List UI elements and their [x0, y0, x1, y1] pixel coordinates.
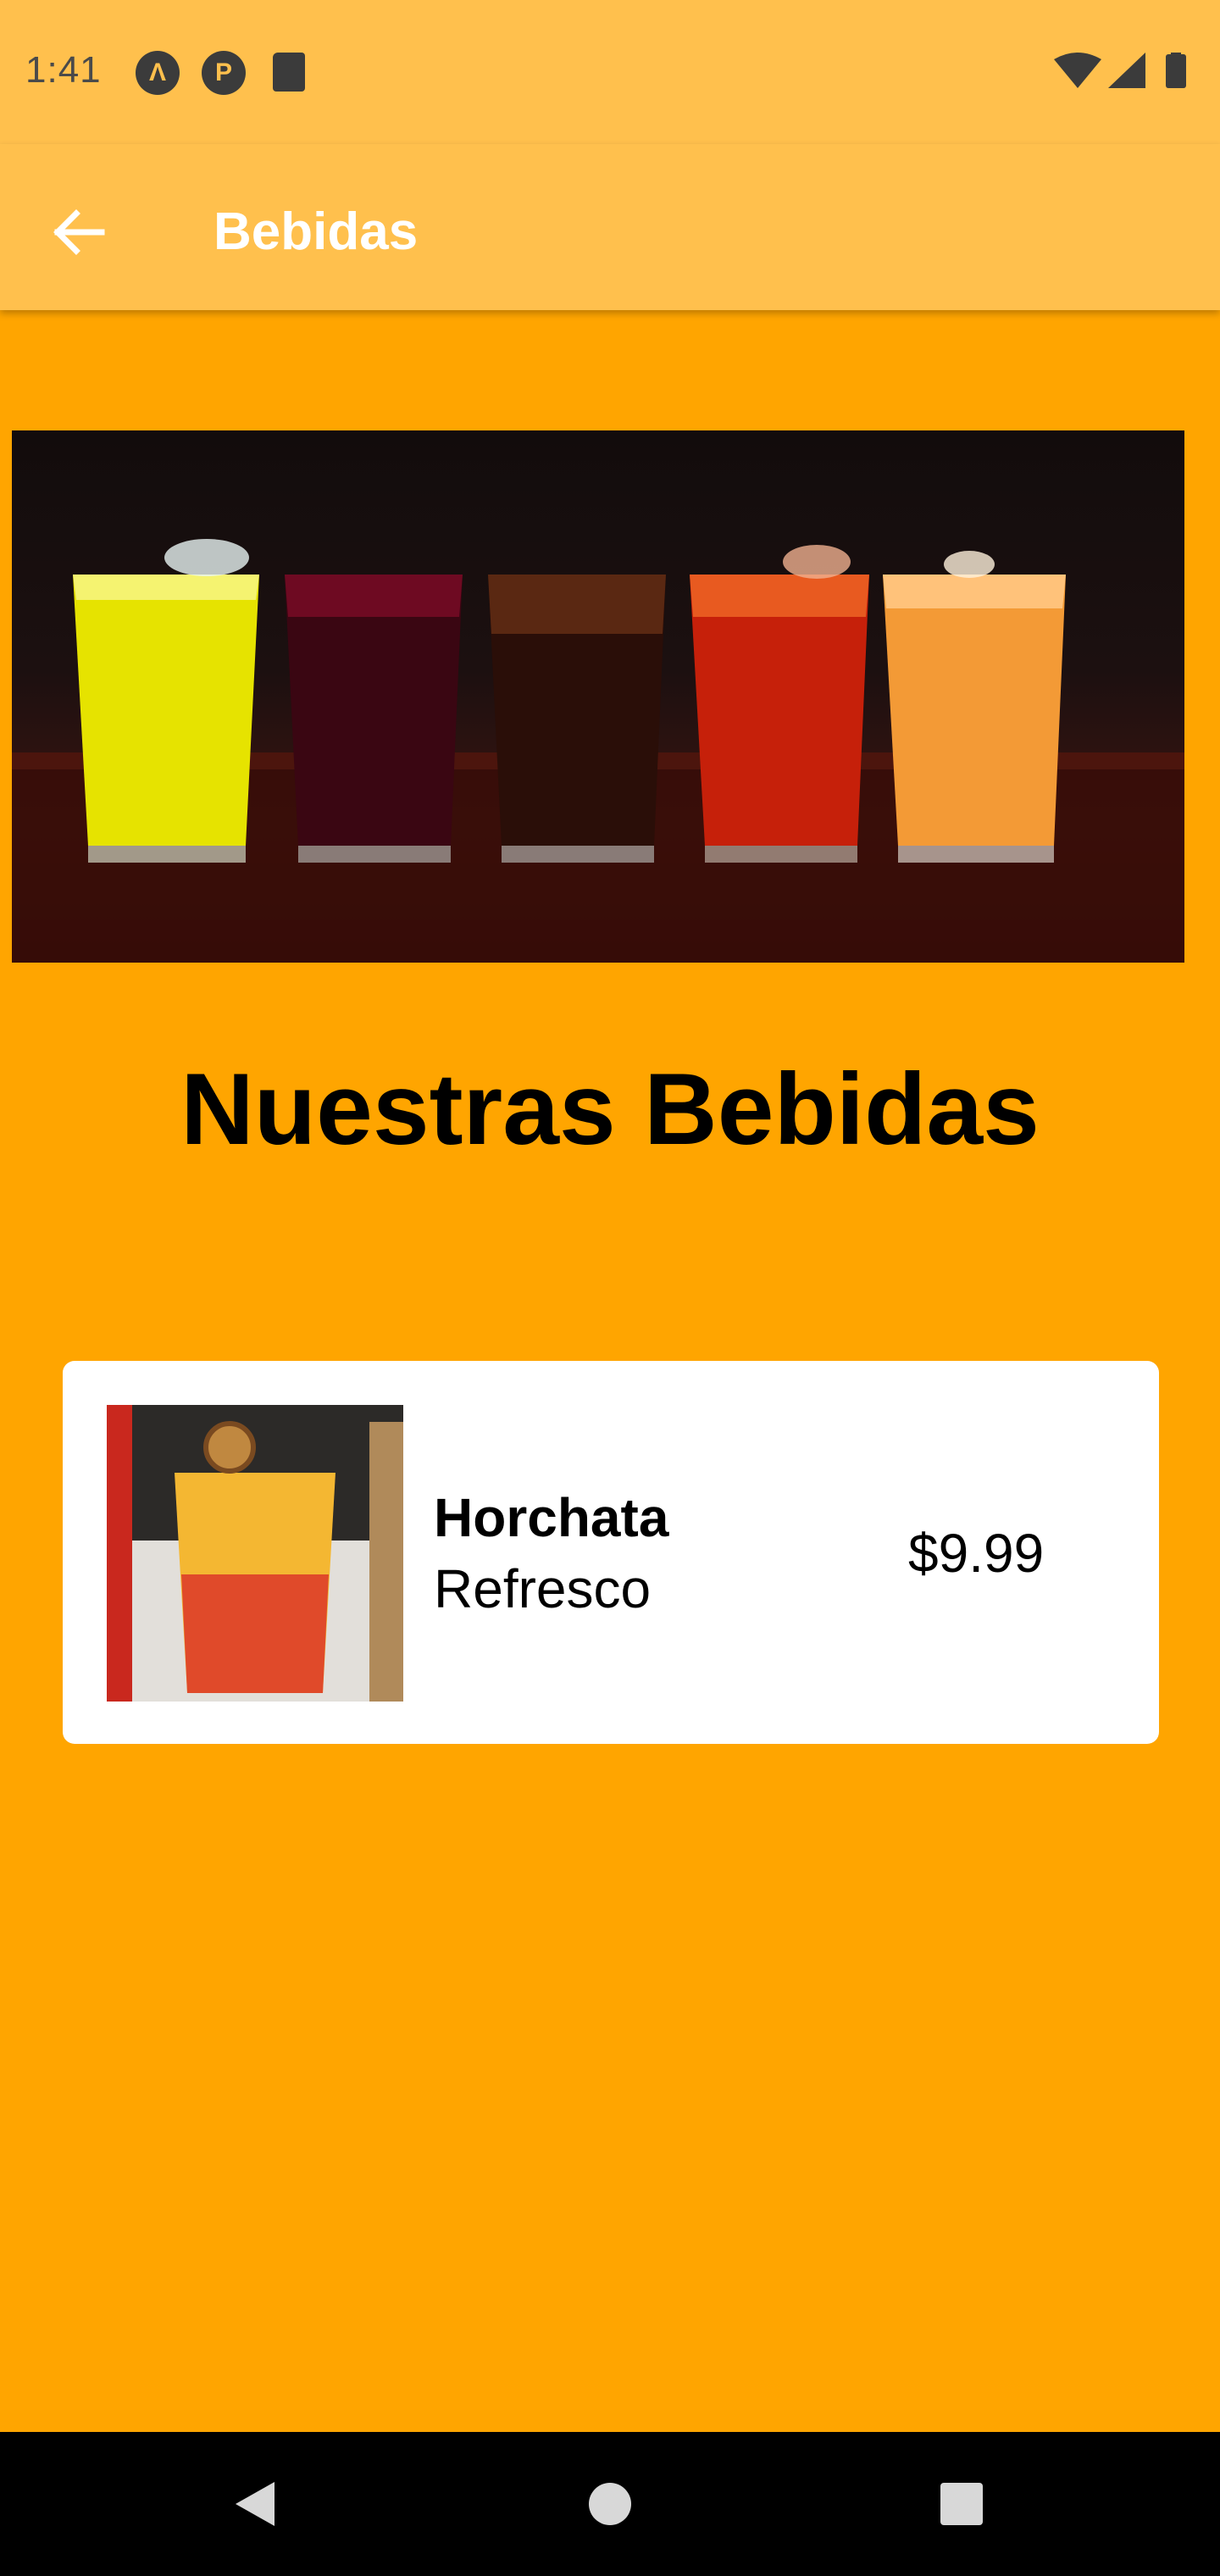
drinks-banner-image [12, 430, 1184, 963]
wifi-icon [1054, 53, 1101, 88]
nav-recents-button[interactable] [915, 2457, 1008, 2551]
system-nav-bar [0, 2432, 1220, 2576]
signal-icon [1108, 53, 1145, 88]
status-right-icons [1054, 53, 1198, 95]
item-category: Refresco [434, 1558, 652, 1619]
nav-back-button[interactable] [208, 2457, 301, 2551]
battery-icon [1166, 54, 1186, 88]
drink-card[interactable]: Horchata Refresco $9.99 [63, 1361, 1159, 1744]
sd-card-icon [273, 53, 305, 92]
back-triangle-icon [236, 2482, 274, 2526]
status-time: 1:41 [25, 49, 102, 91]
recents-square-icon [940, 2483, 983, 2525]
app-bar: Bebidas [0, 144, 1220, 310]
page-title: Bebidas [214, 203, 419, 261]
home-circle-icon [589, 2483, 631, 2525]
nav-home-button[interactable] [563, 2457, 657, 2551]
item-name: Horchata [434, 1487, 669, 1548]
drink-thumbnail [107, 1405, 403, 1702]
arrow-left-icon [53, 209, 105, 255]
section-title: Nuestras Bebidas [180, 1052, 1040, 1166]
back-button[interactable] [42, 197, 114, 268]
app-p-icon: P [202, 51, 246, 95]
item-price: $9.99 [908, 1523, 1045, 1584]
app-a-icon: Λ [136, 51, 180, 95]
status-bar: 1:41 Λ P [0, 0, 1220, 144]
